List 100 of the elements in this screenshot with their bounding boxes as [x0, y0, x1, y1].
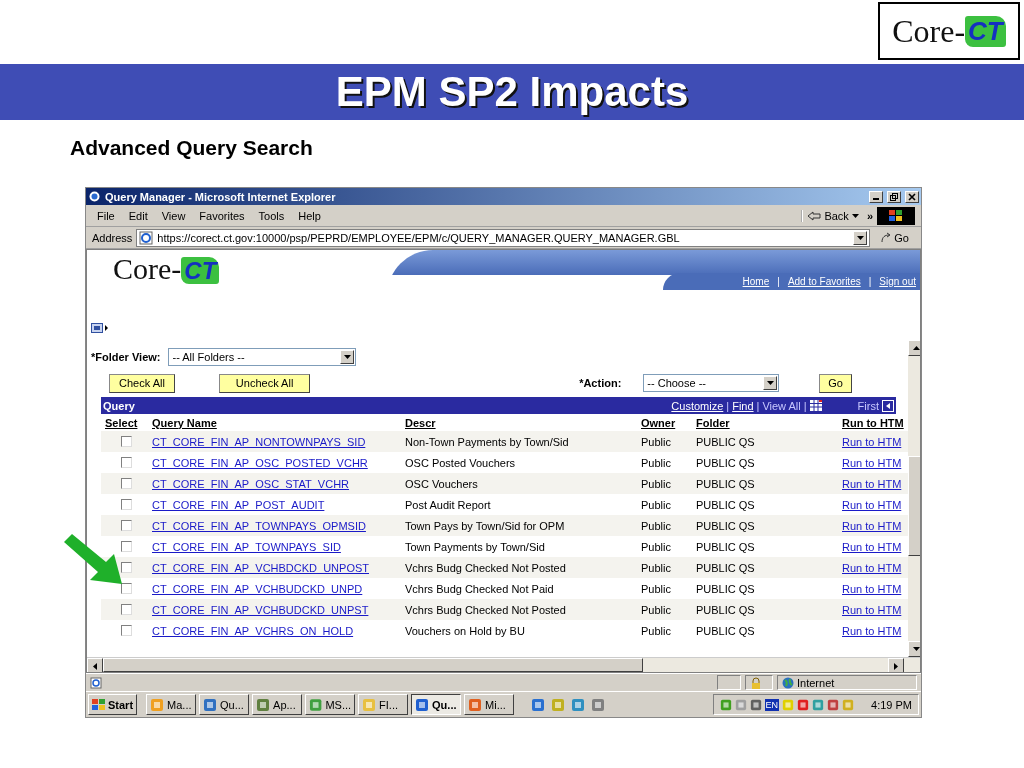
- header-link[interactable]: Sign out: [879, 276, 916, 287]
- row-checkbox[interactable]: [121, 478, 132, 489]
- owner-cell: Public: [641, 435, 671, 448]
- restore-button[interactable]: [887, 190, 901, 203]
- scroll-down-icon[interactable]: [912, 647, 920, 651]
- folder-view-select[interactable]: -- All Folders --: [168, 348, 357, 366]
- view-all-link[interactable]: View All: [762, 399, 801, 412]
- address-field[interactable]: https://corect.ct.gov:10000/psp/PEPRD/EMPLOYEE/EPM/c/QUERY_MANAGER.QUERY_MANAGER.GBL: [136, 228, 871, 247]
- taskbar-button[interactable]: Mi...: [464, 694, 515, 715]
- run-link[interactable]: Run to HTM: [842, 498, 902, 511]
- go-button[interactable]: Go: [874, 230, 915, 245]
- address-label: Address: [92, 231, 133, 244]
- owner-cell: Public: [641, 498, 671, 511]
- globe-icon: [782, 676, 794, 689]
- link-separator: |: [868, 276, 872, 287]
- run-link[interactable]: Run to HTM: [842, 540, 902, 553]
- row-checkbox[interactable]: [121, 499, 132, 510]
- query-name-link[interactable]: CT_CORE_FIN_AP_OSC_POSTED_VCHR: [152, 456, 368, 469]
- scroll-up-icon[interactable]: [912, 346, 920, 350]
- row-checkbox[interactable]: [121, 436, 132, 447]
- folder-view-label: *Folder View:: [91, 351, 161, 363]
- menu-item[interactable]: View: [156, 209, 191, 222]
- tray-icon[interactable]: [812, 698, 825, 711]
- app-icon: [468, 697, 483, 712]
- run-link[interactable]: Run to HTM: [842, 624, 902, 637]
- horizontal-scrollbar[interactable]: [87, 657, 920, 672]
- scroll-thumb[interactable]: [103, 658, 643, 672]
- query-name-link[interactable]: CT_CORE_FIN_AP_VCHRS_ON_HOLD: [152, 624, 354, 637]
- column-header[interactable]: Run to HTM: [838, 414, 908, 431]
- minimize-button[interactable]: [869, 190, 883, 203]
- column-header[interactable]: Query Name: [148, 414, 401, 431]
- owner-cell: Public: [641, 477, 671, 490]
- uncheck-all-button[interactable]: Uncheck All: [218, 373, 311, 393]
- column-header[interactable]: Owner: [637, 414, 692, 431]
- close-button[interactable]: [905, 190, 919, 203]
- app-icon: [362, 697, 377, 712]
- scroll-thumb[interactable]: [908, 456, 920, 556]
- tray-icon[interactable]: [827, 698, 840, 711]
- owner-cell: Public: [641, 561, 671, 574]
- row-checkbox[interactable]: [121, 625, 132, 636]
- taskbar-button[interactable]: Ap...: [252, 694, 303, 715]
- menu-item[interactable]: Favorites: [194, 209, 250, 222]
- more-chevron[interactable]: »: [866, 209, 873, 222]
- dropdown-button[interactable]: [853, 230, 868, 245]
- grid-icon[interactable]: [809, 400, 822, 411]
- back-button[interactable]: Back: [801, 209, 863, 222]
- tray-icon[interactable]: [719, 698, 732, 711]
- scroll-left-icon[interactable]: [93, 662, 97, 670]
- description-cell: Town Payments by Town/Sid: [405, 540, 545, 553]
- check-all-button[interactable]: Check All: [109, 373, 175, 393]
- customize-link[interactable]: Customize: [671, 399, 724, 412]
- windows-logo-icon: [877, 206, 915, 225]
- scroll-right-icon[interactable]: [894, 662, 898, 670]
- row-checkbox[interactable]: [121, 457, 132, 468]
- logo: Core-CT: [878, 2, 1020, 60]
- row-checkbox[interactable]: [121, 604, 132, 615]
- header-link[interactable]: Home: [742, 276, 770, 287]
- query-name-link[interactable]: CT_CORE_FIN_AP_VCHBUDCKD_UNPD: [152, 582, 363, 595]
- tray-icon[interactable]: [749, 698, 762, 711]
- previous-icon[interactable]: [882, 399, 894, 412]
- link-separator: |: [777, 276, 780, 287]
- query-name-link[interactable]: CT_CORE_FIN_AP_POST_AUDIT: [152, 498, 325, 511]
- taskbar-button[interactable]: Qu...: [411, 694, 462, 715]
- row-checkbox[interactable]: [121, 541, 132, 552]
- menu-item[interactable]: Help: [293, 209, 326, 222]
- action-select[interactable]: -- Choose --: [643, 374, 780, 392]
- folder-cell: PUBLIC QS: [696, 603, 755, 616]
- run-link[interactable]: Run to HTM: [842, 582, 902, 595]
- folder-cell: PUBLIC QS: [696, 519, 755, 532]
- header-link[interactable]: Add to Favorites: [787, 276, 861, 287]
- description-cell: Post Audit Report: [405, 498, 491, 511]
- page-menu-icon[interactable]: [91, 323, 109, 333]
- row-checkbox[interactable]: [121, 562, 132, 573]
- app-icon: [203, 697, 218, 712]
- taskbar-button[interactable]: FI...: [358, 694, 409, 715]
- menu-item[interactable]: Tools: [253, 209, 290, 222]
- column-header[interactable]: Folder: [692, 414, 838, 431]
- menu-item[interactable]: Edit: [123, 209, 153, 222]
- folder-cell: PUBLIC QS: [696, 540, 755, 553]
- row-checkbox[interactable]: [121, 583, 132, 594]
- column-header[interactable]: Select: [101, 414, 148, 431]
- query-name-link[interactable]: CT_CORE_FIN_AP_TOWNPAYS_SID: [152, 540, 341, 553]
- taskbar-button[interactable]: Ma...: [146, 694, 197, 715]
- caret-icon: [856, 235, 864, 240]
- row-checkbox[interactable]: [121, 520, 132, 531]
- column-header[interactable]: Descr: [401, 414, 637, 431]
- quick-launch-icon[interactable]: [531, 697, 546, 712]
- language-indicator[interactable]: EN: [764, 698, 780, 711]
- vertical-scrollbar[interactable]: [908, 340, 920, 657]
- menu-item[interactable]: File: [92, 209, 120, 222]
- tray-icon[interactable]: [797, 698, 810, 711]
- start-button[interactable]: Start: [88, 694, 138, 715]
- quick-launch-icon[interactable]: [571, 697, 586, 712]
- run-link[interactable]: Run to HTM: [842, 456, 902, 469]
- find-link[interactable]: Find: [732, 399, 754, 412]
- taskbar-button[interactable]: MS...: [305, 694, 356, 715]
- page-icon: [139, 230, 154, 245]
- quick-launch-icon[interactable]: [591, 697, 606, 712]
- go-button[interactable]: Go: [819, 373, 852, 393]
- taskbar-button[interactable]: Qu...: [199, 694, 250, 715]
